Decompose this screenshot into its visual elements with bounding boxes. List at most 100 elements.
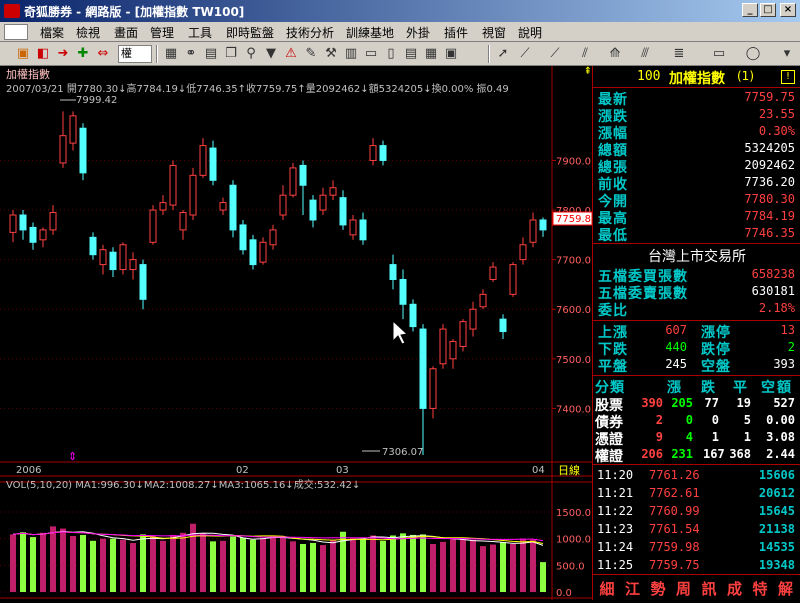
quote-row: 最新 7759.75	[593, 89, 800, 108]
more-icon[interactable]: ▾	[778, 45, 796, 63]
volume-bar	[80, 534, 86, 592]
grid-icon[interactable]: ▦	[162, 45, 180, 63]
layout1-icon[interactable]: ▭	[362, 45, 380, 63]
candlestick-chart[interactable]: 加權指數 2007/03/21 開7780.30↓高7784.19↓低7746.…	[0, 66, 593, 600]
layout2-icon[interactable]: ▯	[382, 45, 400, 63]
menu-file[interactable]: 檔案	[40, 24, 64, 41]
detail-tab[interactable]: 勢	[648, 578, 668, 598]
volume-bar	[350, 538, 356, 592]
copy-icon[interactable]: ❐	[222, 45, 240, 63]
detail-tab[interactable]: 解	[776, 578, 796, 598]
ruler-icon[interactable]: ✎	[302, 45, 320, 63]
candle-body	[239, 224, 247, 251]
ellipse-icon[interactable]: ◯	[744, 45, 762, 63]
panel-icon[interactable]: ▥	[342, 45, 360, 63]
line-draw-icon[interactable]: ⟋	[516, 45, 534, 63]
menu-window[interactable]: 視窗	[482, 24, 506, 41]
breadth-row: 上漲 607 漲停 13	[593, 322, 800, 341]
menu-view[interactable]: 檢視	[76, 24, 100, 41]
menu-bar: 檔案 檢視 畫面 管理 工具 即時監盤 技術分析 訓練基地 外掛 插件 視窗 說…	[0, 22, 800, 42]
candle-body	[149, 209, 157, 243]
menu-plugin[interactable]: 外掛	[406, 24, 430, 41]
menu-screen[interactable]: 畫面	[114, 24, 138, 41]
candle-body	[249, 239, 257, 266]
alert-icon[interactable]: ⚠	[282, 45, 300, 63]
fan-icon[interactable]: ⟰	[606, 45, 624, 63]
pin-icon[interactable]: ⇞	[584, 66, 592, 77]
tick-row: 11:24 7759.98 14535	[593, 539, 800, 557]
open-icon[interactable]: ▣	[14, 45, 32, 63]
detail-tab[interactable]: 細	[597, 578, 617, 598]
period-button[interactable]: 日線	[558, 463, 580, 477]
menu-tools[interactable]: 工具	[188, 24, 212, 41]
candle-body	[469, 308, 477, 330]
parallel-icon[interactable]: ⫽	[576, 45, 594, 63]
order-value: 658238	[751, 267, 795, 281]
app-menu-icon[interactable]	[4, 24, 28, 40]
tick-row: 11:22 7760.99 15645	[593, 503, 800, 521]
order-value: 630181	[751, 284, 795, 298]
rsi-icon[interactable]: ◧	[34, 45, 52, 63]
toolbar: ▣ ◧ ➜ ✚ ⇔ 權 ▦ ⚭ ▤ ❐ ⚲ ▼ ⚠ ✎ ⚒ ▥ ▭ ▯ ▤ ▦ …	[0, 42, 800, 66]
swap-icon[interactable]: ⇔	[94, 45, 112, 63]
breadth-value: 245	[665, 357, 687, 371]
chart-title: 加權指數	[6, 67, 50, 81]
detail-tab[interactable]: 周	[674, 578, 694, 598]
price-tick: 7900.0	[556, 156, 591, 167]
link-icon[interactable]: ⚭	[182, 45, 200, 63]
move-icon[interactable]: ✚	[74, 45, 92, 63]
detail-tab[interactable]: 江	[623, 578, 643, 598]
volume-bar	[410, 534, 416, 592]
quote-value: 7736.20	[744, 175, 795, 189]
class-header-cell: 空	[761, 380, 776, 396]
menu-addon[interactable]: 插件	[444, 24, 468, 41]
volume-bar	[430, 544, 436, 592]
volume-bar	[230, 536, 236, 592]
layout5-icon[interactable]: ▣	[442, 45, 460, 63]
stack-icon[interactable]: ▤	[202, 45, 220, 63]
toolbar-separator	[156, 45, 158, 63]
detail-tab[interactable]: 特	[750, 578, 770, 598]
trend-draw-icon[interactable]: ⟋	[546, 45, 564, 63]
menu-training[interactable]: 訓練基地	[346, 24, 394, 41]
candle-body	[99, 249, 107, 266]
rectangle-icon[interactable]: ▭	[710, 45, 728, 63]
detail-tabs: 細江勢周訊成特解	[593, 576, 800, 598]
menu-realtime[interactable]: 即時監盤	[226, 24, 274, 41]
weight-select[interactable]: 權	[118, 45, 152, 63]
volume-bar	[120, 539, 126, 592]
minimize-button[interactable]: _	[742, 3, 758, 17]
arrow-icon[interactable]: ➜	[54, 45, 72, 63]
volume-bar	[450, 538, 456, 592]
layout3-icon[interactable]: ▤	[402, 45, 420, 63]
detail-tab[interactable]: 成	[725, 578, 745, 598]
volume-tick: 0.0	[556, 588, 572, 599]
chart-area[interactable]: 加權指數 2007/03/21 開7780.30↓高7784.19↓低7746.…	[0, 66, 593, 600]
detail-tab[interactable]: 訊	[699, 578, 719, 598]
cursor-icon[interactable]: ➚	[494, 45, 512, 63]
class-value: 527	[773, 396, 795, 410]
layout4-icon[interactable]: ▦	[422, 45, 440, 63]
price-tick: 7500.0	[556, 355, 591, 366]
channel-icon[interactable]: ⫻	[636, 45, 654, 63]
chart-info-line: 2007/03/21 開7780.30↓高7784.19↓低7746.35↑收7…	[6, 82, 509, 95]
event-marker-icon[interactable]: ⇕	[68, 450, 77, 463]
breadth-label: 空盤	[701, 359, 731, 375]
search-icon[interactable]: ⚲	[242, 45, 260, 63]
menu-technical[interactable]: 技術分析	[286, 24, 334, 41]
text-icon[interactable]: ≣	[670, 45, 688, 63]
menu-manage[interactable]: 管理	[150, 24, 174, 41]
quote-row: 漲跌 23.55	[593, 106, 800, 125]
class-row: 債券 2 0 0 5 0.00	[593, 412, 800, 431]
volume-bar	[310, 542, 316, 592]
maximize-button[interactable]: □	[760, 3, 776, 17]
class-header-cell: 漲	[667, 380, 682, 396]
filter-icon[interactable]: ▼	[262, 45, 280, 63]
menu-help[interactable]: 說明	[518, 24, 542, 41]
tool-icon[interactable]: ⚒	[322, 45, 340, 63]
close-button[interactable]: ×	[780, 3, 796, 17]
info-icon[interactable]: !	[781, 70, 795, 84]
volume-bar	[130, 542, 136, 592]
tick-price: 7761.26	[649, 468, 700, 482]
quote-header: 100 加權指數 (1) !	[593, 68, 800, 87]
